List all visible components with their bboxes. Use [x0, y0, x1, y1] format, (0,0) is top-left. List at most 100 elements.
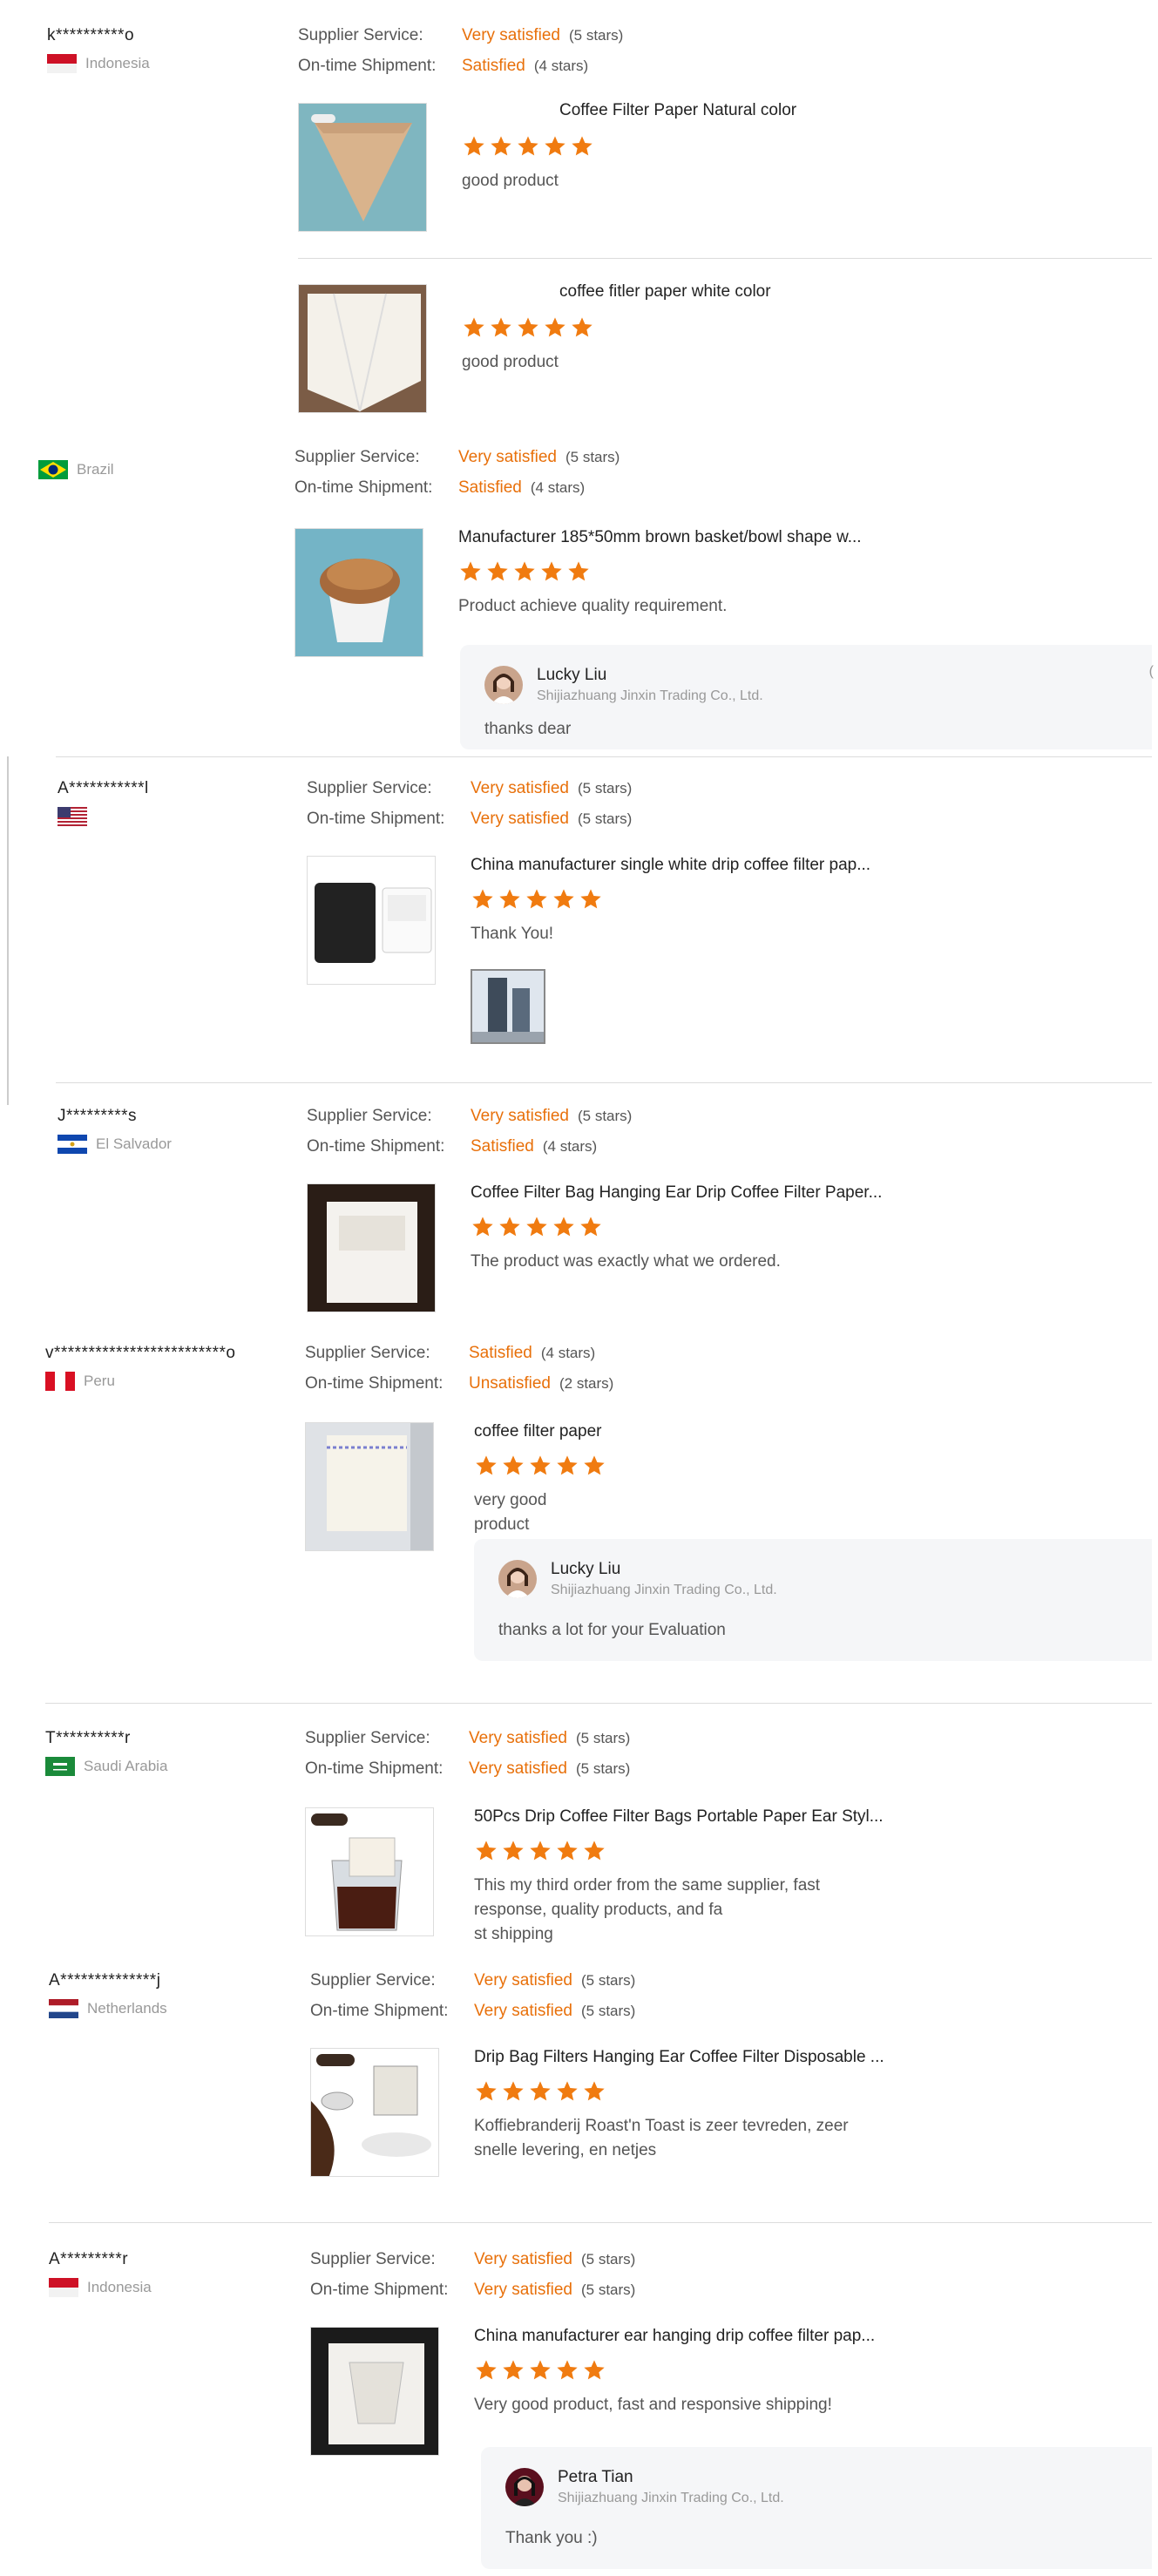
- product-thumbnail[interactable]: [295, 528, 423, 657]
- review-comment: good product: [462, 172, 559, 190]
- shipment-value: Very satisfied: [474, 2002, 572, 2020]
- star-icon: [499, 889, 520, 909]
- country-name: Brazil: [77, 461, 114, 478]
- star-icon: [530, 2360, 551, 2380]
- avatar: [498, 1560, 537, 1598]
- divider: [45, 1703, 1152, 1704]
- star-icon: [572, 317, 593, 337]
- star-icon: [584, 1455, 605, 1475]
- country-name: El Salvador: [96, 1135, 172, 1152]
- reply-text: Thank you :): [505, 2529, 598, 2547]
- star-icon: [526, 1217, 547, 1237]
- reviewer-country: Indonesia: [49, 2278, 152, 2297]
- star-icon: [503, 1455, 524, 1475]
- star-rating: [458, 559, 862, 584]
- reviewer-country: Saudi Arabia: [45, 1757, 167, 1776]
- star-icon: [476, 2360, 497, 2380]
- star-icon: [553, 1217, 574, 1237]
- review-comment: The product was exactly what we ordered.: [471, 1252, 781, 1271]
- reply-author: Lucky Liu: [551, 1560, 621, 1578]
- review-comment-line: st shipping: [474, 1925, 553, 1943]
- product-thumbnail[interactable]: [310, 2327, 439, 2456]
- indonesia-flag-icon: [47, 54, 77, 73]
- product-title[interactable]: Coffee Filter Bag Hanging Ear Drip Coffe…: [471, 1183, 882, 1203]
- reviewer-name: A***********l: [58, 779, 149, 797]
- product-title[interactable]: China manufacturer single white drip cof…: [471, 856, 870, 875]
- reviewer-name: A**************j: [49, 1971, 161, 1990]
- reviewer-country: Brazil: [38, 460, 114, 479]
- shipment-label: On-time Shipment:: [305, 1759, 444, 1778]
- star-icon: [503, 2360, 524, 2380]
- supplier-service-stars: (5 stars): [581, 2251, 636, 2268]
- product-title[interactable]: coffee filter paper: [474, 1422, 606, 1441]
- country-name: Peru: [84, 1373, 115, 1389]
- star-icon: [526, 889, 547, 909]
- shipment-label: On-time Shipment:: [295, 478, 433, 497]
- ratings-summary: Supplier Service: Very satisfied (5 stars)…: [307, 1107, 632, 1168]
- shipment-stars: (5 stars): [578, 810, 633, 827]
- reply-author: Lucky Liu: [537, 666, 607, 684]
- product-title[interactable]: Drip Bag Filters Hanging Ear Coffee Filt…: [474, 2048, 884, 2067]
- star-icon: [514, 561, 535, 581]
- reviewer-info: A***********l: [58, 779, 149, 826]
- star-icon: [541, 561, 562, 581]
- country-name: Netherlands: [87, 2000, 167, 2017]
- star-icon: [464, 136, 484, 156]
- product-thumbnail[interactable]: [305, 1807, 434, 1936]
- supplier-service-label: Supplier Service:: [307, 1107, 432, 1125]
- shipment-label: On-time Shipment:: [307, 810, 445, 828]
- product-title[interactable]: coffee fitler paper white color: [559, 282, 771, 302]
- product-thumbnail[interactable]: [310, 2048, 439, 2177]
- review-comment: Thank You!: [471, 925, 554, 943]
- country-name: Saudi Arabia: [84, 1758, 168, 1774]
- shipment-stars: (5 stars): [576, 1760, 631, 1777]
- star-icon: [572, 136, 593, 156]
- product-thumbnail[interactable]: [305, 1422, 434, 1551]
- product-title[interactable]: Manufacturer 185*50mm brown basket/bowl …: [458, 528, 862, 547]
- reply-company: Shijiazhuang Jinxin Trading Co., Ltd.: [551, 1583, 777, 1597]
- star-icon: [476, 1840, 497, 1861]
- product-thumbnail[interactable]: [307, 1183, 436, 1312]
- left-border: [7, 756, 9, 1105]
- supplier-service-stars: (5 stars): [569, 27, 624, 44]
- product-thumbnail[interactable]: [298, 284, 427, 413]
- star-icon: [491, 136, 511, 156]
- supplier-reply: Lucky Liu Shijiazhuang Jinxin Trading Co…: [474, 1539, 1152, 1661]
- supplier-service-label: Supplier Service:: [298, 26, 423, 44]
- star-rating: [474, 1839, 884, 1863]
- shipment-value: Satisfied: [462, 57, 525, 75]
- shipment-value: Unsatisfied: [469, 1374, 551, 1393]
- product-thumbnail[interactable]: [307, 856, 436, 985]
- divider: [56, 1082, 1152, 1083]
- star-icon: [472, 1217, 493, 1237]
- star-icon: [518, 136, 538, 156]
- star-icon: [476, 2081, 497, 2101]
- reply-text: thanks dear: [484, 720, 572, 738]
- avatar: [505, 2468, 544, 2506]
- supplier-service-value: Very satisfied: [469, 1729, 567, 1747]
- country-name: Indonesia: [85, 55, 150, 71]
- star-icon: [557, 2360, 578, 2380]
- star-icon: [580, 1217, 601, 1237]
- shipment-label: On-time Shipment:: [310, 2002, 449, 2020]
- star-icon: [487, 561, 508, 581]
- review-photo[interactable]: [471, 969, 545, 1044]
- ratings-summary: Supplier Service: Very satisfied (5 stars)…: [310, 1971, 635, 2032]
- supplier-service-label: Supplier Service:: [295, 448, 420, 466]
- reviewer-name: T**********r: [45, 1729, 131, 1747]
- product-title[interactable]: 50Pcs Drip Coffee Filter Bags Portable P…: [474, 1807, 884, 1827]
- supplier-service-stars: (5 stars): [578, 1108, 633, 1124]
- star-icon: [580, 889, 601, 909]
- reviewer-info: v*************************o Peru: [45, 1344, 235, 1391]
- star-icon: [557, 1455, 578, 1475]
- product-thumbnail[interactable]: [298, 103, 427, 232]
- product-title[interactable]: China manufacturer ear hanging drip coff…: [474, 2327, 875, 2346]
- product-title[interactable]: Coffee Filter Paper Natural color: [559, 101, 796, 120]
- brazil-flag-icon: [38, 460, 68, 479]
- supplier-service-value: Very satisfied: [458, 448, 557, 466]
- shipment-stars: (4 stars): [533, 58, 589, 74]
- review-comment: This my third order from the same suppli…: [474, 1874, 884, 1947]
- ratings-summary: Supplier Service: Very satisfied (5 stars)…: [307, 779, 632, 840]
- star-icon: [557, 1840, 578, 1861]
- usa-flag-icon: [58, 807, 87, 826]
